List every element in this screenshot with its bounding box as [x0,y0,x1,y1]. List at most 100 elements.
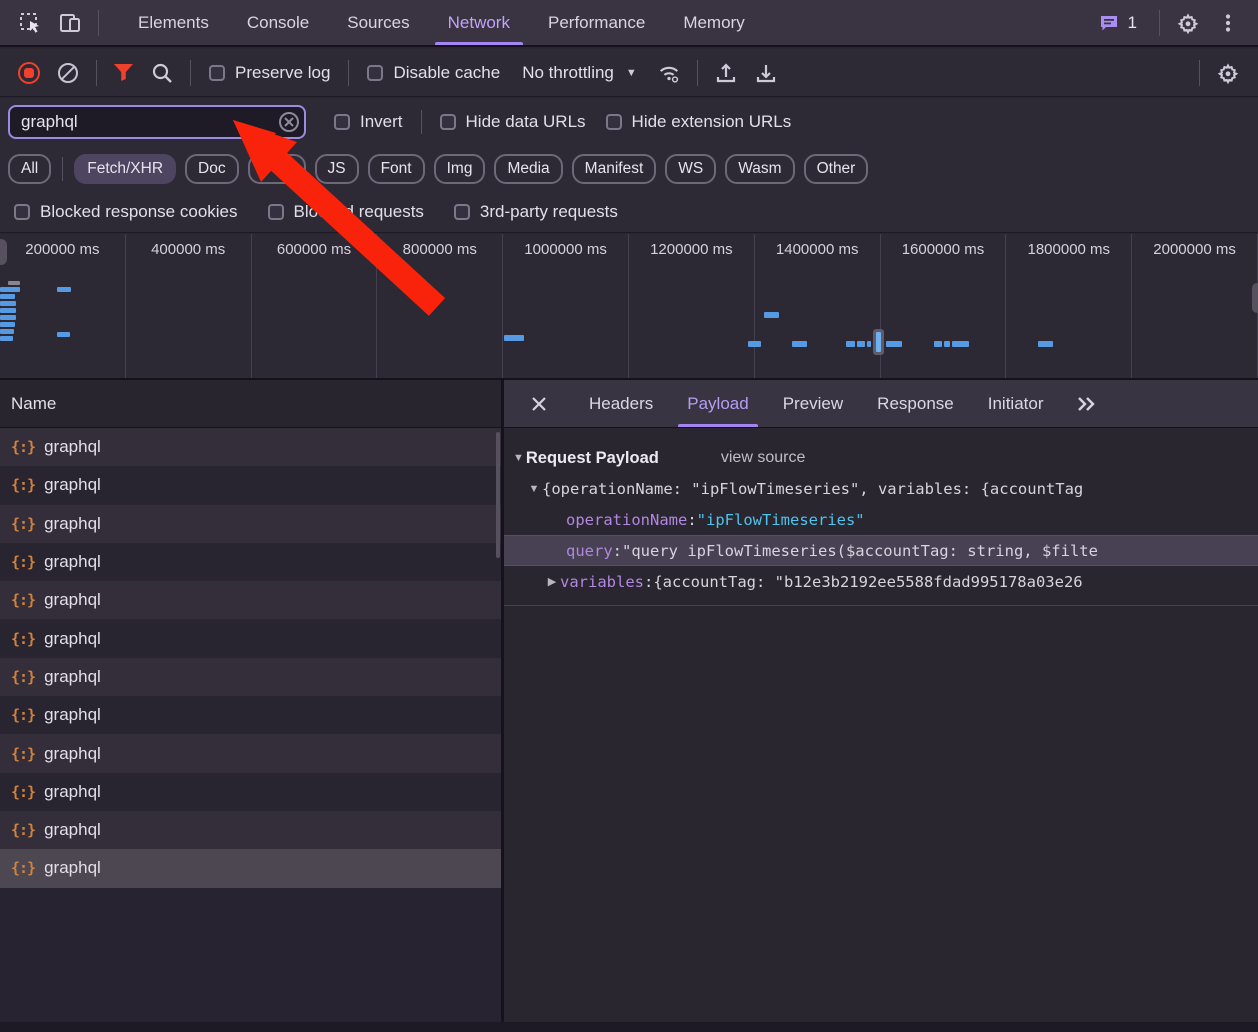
json-request-icon: {:} [11,438,35,456]
chip-all[interactable]: All [8,154,51,184]
table-row[interactable]: {:}graphql [0,658,501,696]
chip-img[interactable]: Img [434,154,486,184]
invert-toggle[interactable]: Invert [334,112,403,132]
table-row[interactable]: {:}graphql [0,428,501,466]
checkbox[interactable] [14,204,30,220]
checkbox[interactable] [334,114,350,130]
chip-font[interactable]: Font [368,154,425,184]
table-row[interactable]: {:}graphql [0,581,501,619]
filter-blocked-requests-toggle[interactable]: Blocked requests [268,202,424,222]
chip-wasm[interactable]: Wasm [725,154,794,184]
issues-indicator[interactable]: 1 [1098,12,1137,34]
checkbox-label: Invert [360,112,403,132]
filter-blocked-response-cookies-toggle[interactable]: Blocked response cookies [14,202,238,222]
chip-doc[interactable]: Doc [185,154,239,184]
name-column-header[interactable]: Name [0,380,501,428]
table-row[interactable]: {:}graphql [0,849,501,887]
json-request-icon: {:} [11,630,35,648]
disclosure-triangle-icon[interactable]: ▼ [526,483,542,495]
view-source-link[interactable]: view source [721,449,805,467]
json-request-icon: {:} [11,745,35,763]
settings-gear-icon[interactable] [1176,11,1200,35]
filter-input[interactable] [8,105,306,139]
chip-ws[interactable]: WS [665,154,716,184]
checkbox[interactable] [440,114,456,130]
table-row[interactable]: {:}graphql [0,734,501,772]
table-row[interactable]: {:}graphql [0,543,501,581]
timeline-bars [0,234,1258,378]
export-har-icon[interactable] [754,61,778,85]
hide-data-urls-toggle[interactable]: Hide data URLs [440,112,586,132]
chip-fetch-xhr[interactable]: Fetch/XHR [74,154,176,184]
disable-cache-toggle[interactable]: Disable cache [367,63,500,83]
checkbox[interactable] [268,204,284,220]
disclosure-triangle-icon[interactable]: ▶ [544,575,560,588]
payload-summary-row[interactable]: ▼ {operationName: "ipFlowTimeseries", va… [504,473,1258,504]
record-button[interactable] [18,62,40,84]
chip-css[interactable]: CSS [248,154,306,184]
waterfall-bar [0,315,16,320]
tab-memory[interactable]: Memory [664,0,763,45]
tab-console[interactable]: Console [228,0,328,45]
filter-3rd-party-requests-toggle[interactable]: 3rd-party requests [454,202,618,222]
waterfall-bar [934,341,942,347]
checkbox[interactable] [367,65,383,81]
chip-js[interactable]: JS [315,154,359,184]
table-row[interactable]: {:}graphql [0,466,501,504]
inspect-element-icon[interactable] [18,11,42,35]
network-conditions-icon[interactable] [657,61,681,85]
table-row[interactable]: {:}graphql [0,811,501,849]
request-name: graphql [44,820,101,840]
waterfall-bar [0,301,16,306]
waterfall-bar [1038,341,1053,347]
detail-tab-initiator[interactable]: Initiator [971,380,1061,427]
json-request-icon: {:} [11,515,35,533]
checkbox[interactable] [454,204,470,220]
checkbox[interactable] [606,114,622,130]
divider [697,60,698,86]
chip-other[interactable]: Other [804,154,869,184]
detail-tab-headers[interactable]: Headers [572,380,670,427]
table-row[interactable]: {:}graphql [0,696,501,734]
tab-network[interactable]: Network [429,0,529,45]
request-detail-panel: HeadersPayloadPreviewResponseInitiator ▼… [504,380,1258,1022]
payload-value: {accountTag: "b12e3b2192ee5588fdad995178… [653,573,1082,591]
network-overview[interactable]: 200000 ms400000 ms600000 ms800000 ms1000… [0,234,1258,380]
preserve-log-toggle[interactable]: Preserve log [209,63,330,83]
more-tabs-icon[interactable] [1074,392,1098,416]
clear-icon[interactable] [56,61,80,85]
table-row[interactable]: {:} graphql [0,505,501,543]
throttling-dropdown[interactable]: No throttling ▼ [522,63,637,83]
tab-elements[interactable]: Elements [119,0,228,45]
request-name: graphql [44,667,101,687]
detail-tab-preview[interactable]: Preview [766,380,860,427]
hide-extension-urls-toggle[interactable]: Hide extension URLs [606,112,792,132]
request-name: graphql [44,514,101,534]
chip-media[interactable]: Media [494,154,562,184]
import-har-icon[interactable] [714,61,738,85]
tab-sources[interactable]: Sources [328,0,428,45]
filter-funnel-icon[interactable] [114,64,133,81]
checkbox[interactable] [209,65,225,81]
menu-dots-icon[interactable] [1216,11,1240,35]
disclosure-triangle-icon[interactable]: ▼ [513,452,524,464]
waterfall-bar [57,287,71,292]
detail-tab-response[interactable]: Response [860,380,971,427]
chip-manifest[interactable]: Manifest [572,154,657,184]
close-icon[interactable] [526,391,552,417]
table-row[interactable]: {:}graphql [0,773,501,811]
network-settings-gear-icon[interactable] [1216,61,1240,85]
payload-variables-row[interactable]: ▶ variables: {accountTag: "b12e3b2192ee5… [504,566,1258,597]
search-icon[interactable] [150,61,174,85]
tab-performance[interactable]: Performance [529,0,664,45]
device-toolbar-icon[interactable] [58,11,82,35]
request-name: graphql [44,590,101,610]
payload-query-row[interactable]: query: "query ipFlowTimeseries($accountT… [504,535,1258,566]
detail-tab-payload[interactable]: Payload [670,380,765,427]
payload-operation-row[interactable]: operationName: "ipFlowTimeseries" [504,504,1258,535]
table-row[interactable]: {:}graphql [0,619,501,657]
window-bottom-strip [0,1022,1258,1032]
checkbox-label: 3rd-party requests [480,202,618,222]
scrollbar-thumb[interactable] [496,432,500,558]
clear-filter-icon[interactable] [279,112,299,132]
